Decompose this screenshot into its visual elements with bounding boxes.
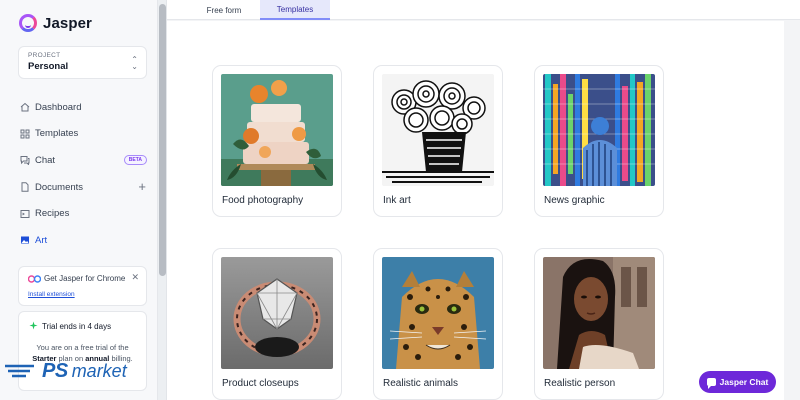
sidebar-item-templates[interactable]: Templates — [19, 121, 149, 148]
sidebar: Jasper PROJECT Personal ⌃ ⌄ Dashboard Tem… — [0, 0, 158, 400]
brand-name: Jasper — [43, 14, 92, 32]
jasper-logo-icon — [19, 14, 37, 32]
sidebar-item-label: Documents — [35, 181, 84, 193]
close-icon[interactable]: ✕ — [131, 272, 139, 283]
page-scroll-track — [784, 21, 800, 400]
install-extension-link[interactable]: Install extension — [28, 291, 137, 298]
template-card-product-closeups[interactable]: Product closeups — [212, 248, 342, 400]
home-icon — [19, 102, 30, 113]
card-label: Realistic animals — [383, 378, 459, 389]
news-graphic-image — [543, 74, 655, 186]
card-label: Ink art — [383, 195, 411, 206]
sidebar-item-art[interactable]: Art — [19, 227, 149, 254]
watermark-arrow-icon — [5, 364, 34, 377]
brand[interactable]: Jasper — [19, 14, 92, 32]
document-icon — [19, 182, 30, 193]
sidebar-item-dashboard[interactable]: Dashboard — [19, 94, 149, 121]
chrome-promo-title: Get Jasper for Chrome — [44, 274, 126, 283]
chat-bubble-icon — [706, 378, 716, 389]
card-label: Product closeups — [222, 378, 299, 389]
terminal-icon — [19, 208, 30, 219]
jasper-chat-button[interactable]: Jasper Chat — [699, 371, 776, 393]
grid-icon — [19, 128, 30, 139]
image-icon — [19, 235, 30, 246]
sparkle-icon — [29, 321, 38, 332]
realistic-animals-image — [382, 257, 494, 369]
sidebar-item-documents[interactable]: Documents + — [19, 174, 149, 201]
sidebar-scrollbar[interactable] — [158, 0, 167, 400]
template-card-food-photography[interactable]: Food photography — [212, 65, 342, 217]
add-document-button[interactable]: + — [138, 179, 146, 194]
chrome-jasper-icon — [27, 275, 42, 283]
project-selector[interactable]: PROJECT Personal ⌃ ⌄ — [18, 46, 147, 79]
chat-bubble-icon — [19, 155, 30, 166]
sidebar-item-label: Dashboard — [35, 101, 82, 113]
jasper-chat-label: Jasper Chat — [719, 377, 769, 387]
template-card-ink-art[interactable]: Ink art — [373, 65, 503, 217]
ink-art-image — [382, 74, 494, 186]
scrollbar-thumb[interactable] — [159, 4, 166, 276]
mode-tabs: Free form Templates — [167, 0, 800, 20]
sidebar-item-label: Art — [35, 234, 48, 246]
food-photography-image — [221, 74, 333, 186]
tab-free-form[interactable]: Free form — [189, 0, 259, 20]
product-closeups-image — [221, 257, 333, 369]
card-label: Realistic person — [544, 378, 616, 389]
project-caption: PROJECT — [28, 52, 61, 59]
art-templates-panel: Food photography Ink art News graphic Pr… — [167, 21, 784, 400]
sidebar-item-label: Recipes — [35, 208, 70, 220]
beta-badge: BETA — [123, 155, 147, 166]
sidebar-item-chat[interactable]: Chat BETA — [19, 147, 149, 174]
tab-templates[interactable]: Templates — [260, 0, 330, 20]
project-value: Personal — [28, 61, 69, 72]
card-label: News graphic — [544, 195, 605, 206]
chrome-extension-promo: Get Jasper for Chrome Install extension … — [18, 266, 147, 306]
card-label: Food photography — [222, 195, 304, 206]
chevron-updown-icon: ⌃ ⌄ — [131, 55, 138, 71]
psmarket-watermark-logo: PS market — [4, 360, 127, 383]
template-card-realistic-animals[interactable]: Realistic animals — [373, 248, 503, 400]
realistic-person-image — [543, 257, 655, 369]
template-card-news-graphic[interactable]: News graphic — [534, 65, 664, 217]
sidebar-item-label: Templates — [35, 128, 79, 140]
template-card-realistic-person[interactable]: Realistic person — [534, 248, 664, 400]
sidebar-nav: Dashboard Templates Chat BETA Documents … — [19, 94, 149, 254]
trial-title: Trial ends in 4 days — [42, 322, 112, 331]
sidebar-item-recipes[interactable]: Recipes — [19, 200, 149, 227]
sidebar-item-label: Chat — [35, 154, 56, 166]
